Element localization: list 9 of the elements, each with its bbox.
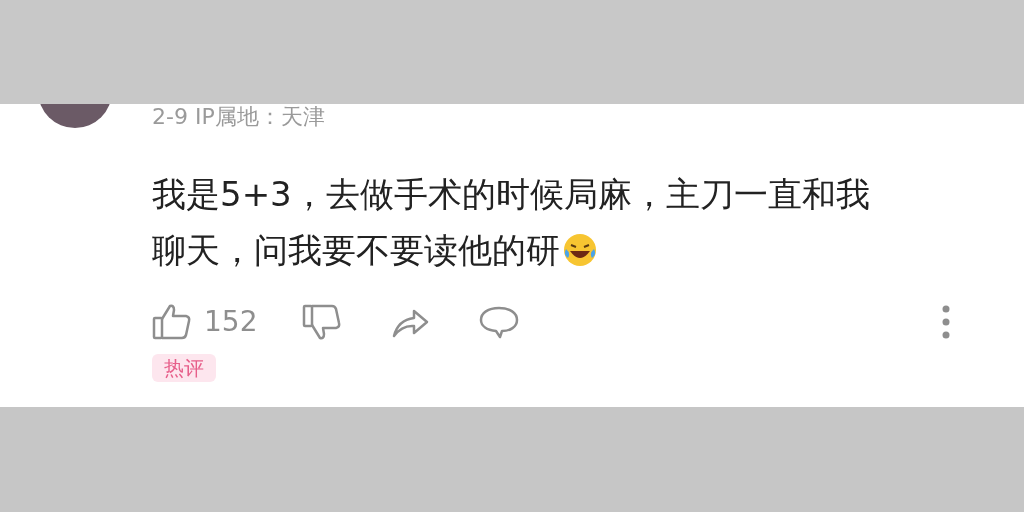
comment-text-line: 聊天，问我要不要读他的研 — [152, 229, 560, 272]
comment-meta: 2-9 IP属地：天津 — [152, 104, 326, 130]
like-count: 152 — [204, 304, 259, 340]
hot-comment-tag: 热评 — [152, 354, 216, 382]
comment-text-line: 我是5+3，去做手术的时候局麻，主刀一直和我 — [152, 174, 870, 214]
more-options-icon[interactable] — [942, 305, 950, 339]
laughing-emoji-icon — [562, 232, 598, 268]
thumbs-up-icon[interactable] — [152, 302, 192, 342]
thumbs-down-icon[interactable] — [302, 302, 342, 342]
